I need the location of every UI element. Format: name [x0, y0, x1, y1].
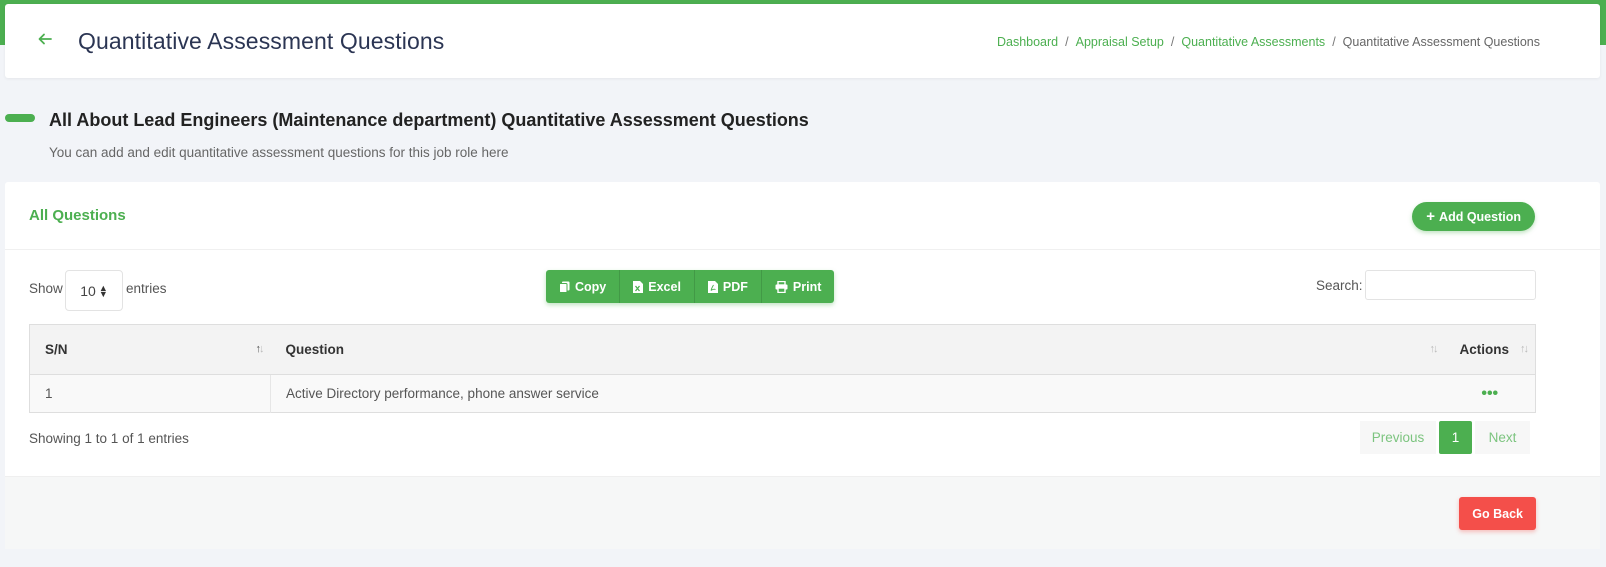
- pagination-next[interactable]: Next: [1475, 421, 1530, 454]
- go-back-button[interactable]: Go Back: [1459, 497, 1536, 530]
- sort-icon: ↑↓: [255, 343, 265, 355]
- pagination: Previous 1 Next: [1360, 421, 1530, 454]
- sort-icon: ↑↓: [1520, 343, 1529, 355]
- card-footer: Go Back: [5, 476, 1600, 549]
- column-header-question[interactable]: Question ↑↓: [270, 324, 1445, 375]
- table-header-row: S/N ↑↓ Question ↑↓ Actions ↑↓: [29, 324, 1536, 375]
- entries-label: entries: [126, 281, 167, 296]
- column-label-actions: Actions: [1459, 342, 1510, 357]
- card-title: All Questions: [29, 207, 126, 224]
- pagination-page-1[interactable]: 1: [1439, 421, 1472, 454]
- questions-table: S/N ↑↓ Question ↑↓ Actions ↑↓ 1 Active D…: [29, 324, 1536, 413]
- page-title: Quantitative Assessment Questions: [78, 28, 445, 54]
- sort-arrows-icon: ▲ ▼: [98, 282, 108, 299]
- ellipsis-icon[interactable]: •••: [1444, 374, 1536, 413]
- column-label-question: Question: [285, 342, 345, 357]
- search-input[interactable]: [1365, 270, 1536, 300]
- add-question-button[interactable]: + Add Question: [1412, 202, 1535, 231]
- plus-icon: +: [1426, 207, 1436, 225]
- export-button-group: Copy Excel PDF Print: [546, 270, 835, 303]
- section-indicator: [5, 114, 35, 122]
- card-header: All Questions + Add Question: [5, 182, 1600, 250]
- page-header: Quantitative Assessment Questions Dashbo…: [5, 4, 1600, 78]
- table-info: Showing 1 to 1 of 1 entries: [29, 431, 189, 446]
- breadcrumb-separator: /: [1170, 35, 1175, 49]
- print-label: Print: [792, 279, 822, 294]
- file-excel-icon: [633, 280, 644, 293]
- copy-label: Copy: [575, 279, 607, 294]
- breadcrumb-separator: /: [1065, 35, 1069, 49]
- entries-value: 10: [80, 282, 96, 299]
- breadcrumb-dashboard[interactable]: Dashboard: [997, 35, 1058, 49]
- entries-per-page-select[interactable]: 10 ▲ ▼: [65, 270, 123, 311]
- column-header-actions[interactable]: Actions ↑↓: [1444, 324, 1536, 375]
- pagination-previous[interactable]: Previous: [1360, 421, 1436, 454]
- column-label-sn: S/N: [45, 342, 68, 357]
- show-label: Show: [29, 281, 63, 296]
- arrow-left-icon[interactable]: [38, 32, 54, 48]
- breadcrumb-quantitative-assessments[interactable]: Quantitative Assessments: [1181, 35, 1325, 49]
- print-button[interactable]: Print: [761, 270, 835, 303]
- add-question-label: Add Question: [1439, 209, 1521, 224]
- print-icon: [775, 280, 788, 293]
- column-header-sn[interactable]: S/N ↑↓: [29, 324, 271, 375]
- section-title: All About Lead Engineers (Maintenance de…: [49, 110, 809, 130]
- breadcrumb-current: Quantitative Assessment Questions: [1342, 35, 1540, 49]
- breadcrumb-separator: /: [1332, 35, 1336, 49]
- pdf-label: PDF: [722, 279, 748, 294]
- excel-label: Excel: [648, 279, 681, 294]
- cell-question: Active Directory performance, phone answ…: [270, 374, 1445, 413]
- file-pdf-icon: [707, 280, 718, 293]
- breadcrumb-appraisal-setup[interactable]: Appraisal Setup: [1076, 35, 1164, 49]
- copy-icon: [559, 281, 570, 293]
- pdf-button[interactable]: PDF: [694, 270, 762, 303]
- table-row: 1 Active Directory performance, phone an…: [29, 374, 1536, 413]
- cell-sn: 1: [29, 374, 271, 413]
- section-subtitle: You can add and edit quantitative assess…: [49, 145, 509, 160]
- excel-button[interactable]: Excel: [620, 270, 695, 303]
- copy-button[interactable]: Copy: [546, 270, 621, 303]
- sort-icon: ↑↓: [1429, 343, 1439, 355]
- breadcrumb: Dashboard / Appraisal Setup / Quantitative A…: [997, 35, 1540, 49]
- questions-card: All Questions + Add Question Show 10 ▲ ▼ …: [5, 182, 1600, 549]
- search-label: Search:: [1316, 278, 1363, 293]
